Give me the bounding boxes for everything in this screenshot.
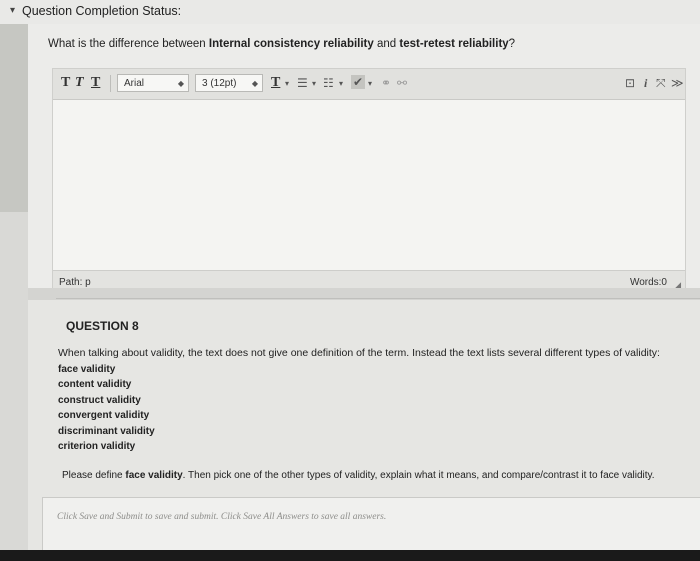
bold-button[interactable]: T — [61, 75, 70, 91]
list-item: face validity — [58, 364, 116, 375]
editor-toolbar: T T T Arial ◆ 3 (12pt) ◆ T ▾ ☰ ▾ ☷ ▾ ✔ ▾… — [53, 69, 685, 100]
select-arrows-icon: ◆ — [251, 79, 258, 88]
left-rail — [0, 24, 28, 212]
toolbar-separator — [110, 75, 111, 92]
list-item: content validity — [58, 379, 132, 391]
select-arrows-icon: ◆ — [177, 79, 184, 88]
question-status-bar: ▾ Question Completion Status: — [0, 0, 700, 25]
numbered-list-icon[interactable]: ☷ — [323, 76, 334, 90]
list-item: discriminant validity — [58, 425, 155, 437]
font-family-select[interactable]: Arial ◆ — [117, 74, 189, 92]
chevron-double-down-icon[interactable]: ≫ — [671, 76, 684, 90]
question-7-text: What is the difference between Internal … — [48, 38, 516, 50]
font-size-value: 3 (12pt) — [202, 78, 237, 89]
question-8-intro: When talking about validity, the text do… — [58, 347, 660, 359]
fullscreen-icon[interactable]: ⤧ — [656, 76, 666, 91]
preview-icon[interactable]: ⊡ — [625, 76, 635, 90]
font-family-value: Arial — [124, 78, 145, 89]
unlink-icon[interactable]: ⚯ — [397, 76, 407, 90]
word-count: Words:0 — [629, 277, 667, 288]
italic-button[interactable]: T — [75, 75, 84, 91]
path-label: Path: p — [59, 277, 91, 288]
editor-text-area[interactable] — [53, 100, 685, 270]
status-title: Question Completion Status: — [22, 4, 182, 18]
text-color-button[interactable]: T — [271, 75, 280, 91]
answer-input[interactable]: Click Save and Submit to save and submit… — [42, 497, 700, 552]
bullet-list-icon[interactable]: ☰ — [297, 76, 308, 90]
info-icon[interactable]: i — [644, 76, 647, 91]
section-divider — [56, 298, 700, 299]
rich-text-editor: T T T Arial ◆ 3 (12pt) ◆ T ▾ ☰ ▾ ☷ ▾ ✔ ▾… — [52, 68, 686, 294]
dropdown-arrow-icon[interactable]: ▾ — [285, 79, 289, 88]
dropdown-arrow-icon[interactable]: ▾ — [312, 79, 316, 88]
chevron-down-icon[interactable]: ▾ — [10, 5, 15, 16]
question-8-prompt: Please define face validity. Then pick o… — [62, 470, 655, 481]
dropdown-arrow-icon[interactable]: ▾ — [339, 79, 343, 88]
dropdown-arrow-icon[interactable]: ▾ — [368, 79, 372, 88]
list-item: criterion validity — [58, 441, 136, 453]
question-7-panel: What is the difference between Internal … — [28, 24, 700, 294]
bottom-strip — [0, 550, 700, 561]
list-item: construct validity — [58, 394, 141, 406]
spellcheck-icon[interactable]: ✔ — [351, 75, 366, 89]
question-8-title: QUESTION 8 — [66, 319, 139, 333]
validity-types-list: face validity content validity construct… — [58, 362, 155, 454]
question-8-panel: QUESTION 8 When talking about validity, … — [28, 300, 700, 552]
link-icon[interactable]: ⚭ — [381, 76, 391, 90]
answer-hint: Click Save and Submit to save and submit… — [57, 512, 387, 522]
underline-button[interactable]: T — [91, 75, 100, 91]
list-item: convergent validity — [58, 410, 150, 422]
font-size-select[interactable]: 3 (12pt) ◆ — [195, 74, 263, 92]
